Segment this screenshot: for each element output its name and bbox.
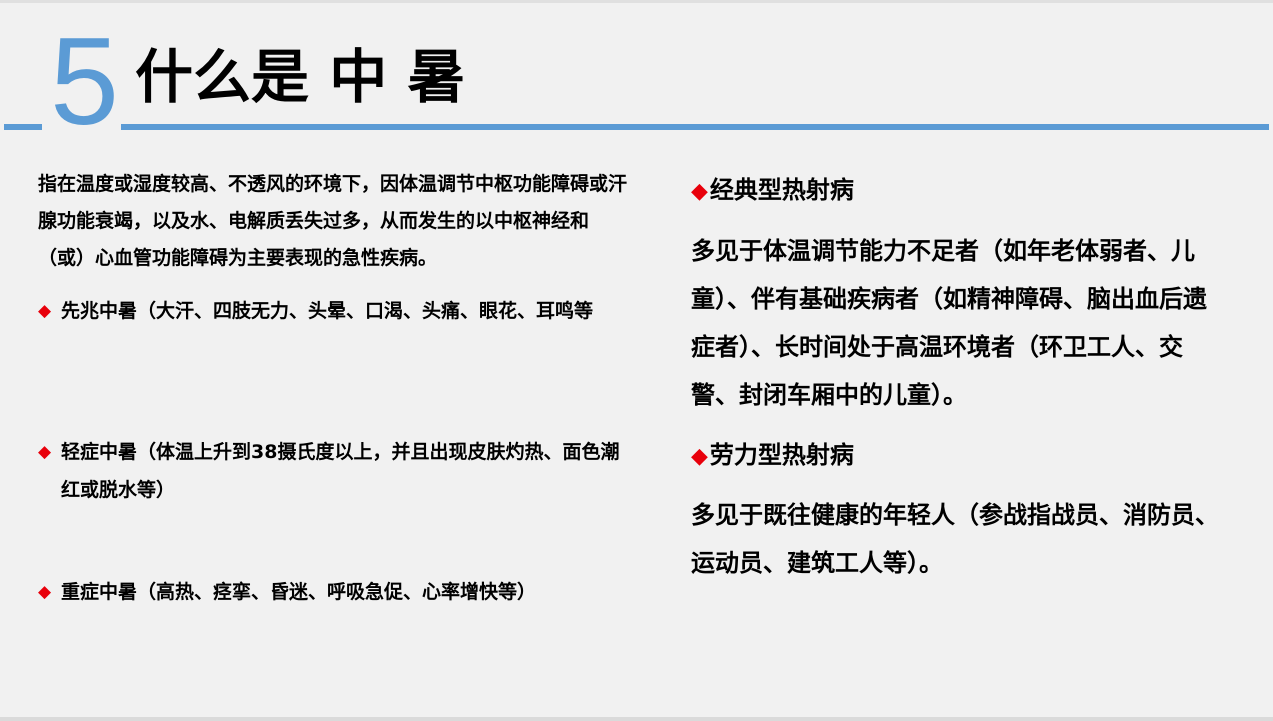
bullet-item-precursor: ◆ 先兆中暑（大汗、四肢无力、头晕、口渴、头痛、眼花、耳鸣等 xyxy=(38,292,628,330)
definition-text: 指在温度或湿度较高、不透风的环境下，因体温调节中枢功能障碍或汗腺功能衰竭，以及水… xyxy=(38,173,628,269)
section-heading-exertional: ◆劳力型热射病 xyxy=(691,433,854,479)
title-rule-left xyxy=(4,124,42,130)
section-heading-classic: ◆经典型热射病 xyxy=(691,168,854,214)
diamond-bullet-icon: ◆ xyxy=(691,179,708,204)
diamond-bullet-icon: ◆ xyxy=(38,582,52,602)
section-number: 5 xyxy=(50,13,119,151)
slide-top-edge xyxy=(0,0,1273,3)
bullet-item-mild: ◆ 轻症中暑（体温上升到38摄氏度以上，并且出现皮肤灼热、面色潮红或脱水等） xyxy=(38,433,628,509)
slide: 5 什么是 中 暑 指在温度或湿度较高、不透风的环境下，因体温调节中枢功能障碍或… xyxy=(0,0,1273,721)
heading-text: 经典型热射病 xyxy=(709,176,854,204)
slide-title: 什么是 中 暑 xyxy=(135,43,466,111)
bullet-item-severe: ◆ 重症中暑（高热、痉挛、昏迷、呼吸急促、心率增快等） xyxy=(38,573,628,611)
diamond-bullet-icon: ◆ xyxy=(38,301,52,321)
title-rule-right xyxy=(121,124,1269,130)
heading-text: 劳力型热射病 xyxy=(709,441,854,469)
section-body-classic: 多见于体温调节能力不足者（如年老体弱者、儿童）、伴有基础疾病者（如精神障碍、脑出… xyxy=(691,237,1207,409)
diamond-bullet-icon: ◆ xyxy=(691,444,708,469)
left-column: 指在温度或湿度较高、不透风的环境下，因体温调节中枢功能障碍或汗腺功能衰竭，以及水… xyxy=(38,166,628,603)
section-body-exertional: 多见于既往健康的年轻人（参战指战员、消防员、运动员、建筑工人等）。 xyxy=(691,501,1219,577)
slide-bottom-edge xyxy=(0,717,1273,721)
bullet-text: 先兆中暑（大汗、四肢无力、头晕、口渴、头痛、眼花、耳鸣等 xyxy=(61,300,594,322)
bullet-text: 重症中暑（高热、痉挛、昏迷、呼吸急促、心率增快等） xyxy=(61,581,537,603)
diamond-bullet-icon: ◆ xyxy=(38,442,52,462)
bullet-text: 轻症中暑（体温上升到38摄氏度以上，并且出现皮肤灼热、面色潮红或脱水等） xyxy=(61,441,620,501)
